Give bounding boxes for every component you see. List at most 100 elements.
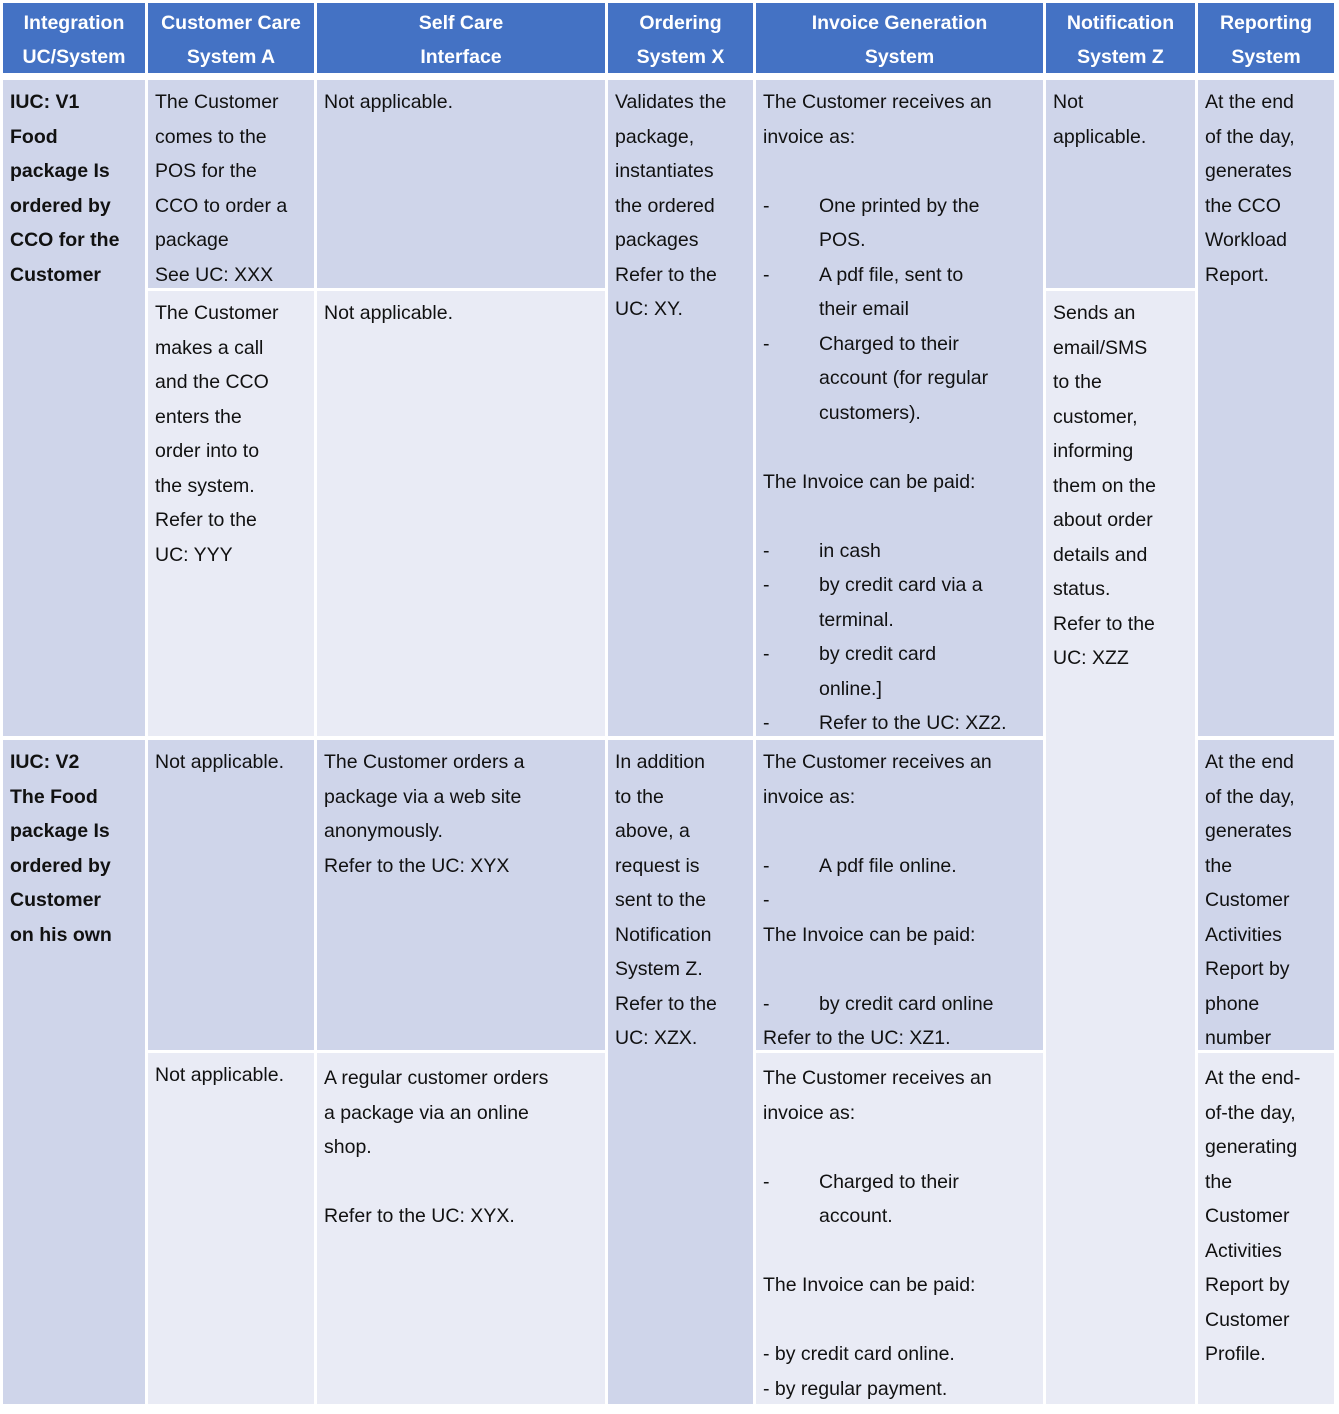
column-header: Notification System Z	[1046, 3, 1195, 73]
bullet-dash: -	[763, 1170, 770, 1193]
line-text: Charged to their	[819, 1170, 959, 1193]
text-line: Not applicable.	[155, 745, 308, 780]
text-line	[763, 1130, 1037, 1165]
line-text: the	[1205, 1170, 1233, 1193]
line-text: email/SMS	[1053, 336, 1148, 359]
bullet-dash: -	[763, 643, 770, 665]
line-text: invoice as:	[763, 125, 856, 148]
line-text: phone	[1205, 992, 1260, 1015]
line-text: The Invoice can be paid:	[763, 923, 976, 946]
text-line: Not	[1053, 85, 1189, 120]
text-line: CCO for the	[10, 223, 139, 258]
text-line: sent to the	[615, 883, 747, 918]
line-text: shop.	[324, 1136, 372, 1158]
line-text: anonymously.	[324, 820, 443, 842]
text-line: The Customer receives an	[763, 1061, 1037, 1096]
text-line: ordered by	[10, 189, 139, 224]
text-line: Customer	[1205, 1199, 1328, 1234]
line-text: in cash	[819, 539, 881, 562]
line-text: Refer to the UC: XYX	[324, 854, 510, 877]
line-text: See UC: XXX	[155, 263, 274, 286]
text-line	[763, 154, 1037, 189]
text-line: Report by	[1205, 1268, 1328, 1303]
line-text: The Invoice can be paid:	[763, 470, 976, 493]
line-text: The Customer receives an	[763, 91, 992, 113]
text-line: Not applicable.	[324, 296, 599, 331]
line-text: package	[155, 229, 229, 251]
text-line: applicable.	[1053, 120, 1189, 155]
line-text: UC: XY.	[615, 298, 683, 320]
bullet-item: - One printed by the	[763, 189, 1037, 224]
line-text: Customer	[1205, 1205, 1290, 1227]
line-text: them on the	[1053, 474, 1156, 497]
text-line: Validates the	[615, 85, 747, 120]
line-text: by credit card via a	[819, 574, 983, 596]
text-line: Not applicable.	[155, 1058, 308, 1093]
text-line: Food	[10, 120, 139, 155]
line-text: One printed by the	[819, 194, 980, 217]
line-text: A regular customer orders	[324, 1067, 549, 1089]
line-text: online.]	[819, 677, 882, 700]
text-line: enters the	[155, 400, 308, 435]
line-text: the ordered	[615, 194, 715, 217]
line-text: The Customer	[155, 91, 279, 113]
text-line	[763, 430, 1037, 465]
text-line: on his own	[10, 918, 139, 953]
text-line: terminal.	[763, 603, 1037, 638]
text-line: generates	[1205, 154, 1328, 189]
header-line: System	[1231, 46, 1301, 68]
line-text: The Customer receives an	[763, 751, 992, 773]
table-cell-v2b-reporting: At the end-of-the day, generating the Custo…	[1198, 1053, 1334, 1404]
line-text: System Z.	[615, 958, 703, 980]
text-line: order into to	[155, 434, 308, 469]
table-cell-v1-ordering: Validates the package, instantiates the ord…	[608, 80, 753, 736]
line-text: customers).	[819, 401, 921, 424]
column-header: Customer Care System A	[148, 3, 314, 73]
line-text: Refer to the	[615, 263, 717, 286]
line-text: to the	[1053, 371, 1102, 393]
line-text: The Customer receives an	[763, 1067, 992, 1089]
text-line: UC: XZZ	[1053, 641, 1189, 676]
text-line: package,	[615, 120, 747, 155]
line-text: account.	[819, 1205, 893, 1227]
line-text: UC: XZX.	[615, 1027, 698, 1049]
text-line: account (for regular	[763, 361, 1037, 396]
text-line: The Invoice can be paid:	[763, 465, 1037, 500]
text-line: them on the	[1053, 469, 1189, 504]
line-text: A pdf file, sent to	[819, 263, 964, 286]
line-text: package via a web site	[324, 785, 522, 808]
line-text: Report by	[1205, 958, 1290, 980]
line-text: Not applicable.	[155, 1064, 284, 1086]
header-line: Integration	[23, 12, 125, 34]
text-line: Refer to the UC: XYX.	[324, 1199, 599, 1234]
column-header: Invoice Generation System	[756, 3, 1043, 73]
text-line: details and	[1053, 538, 1189, 573]
table-cell-v1a-customer-care: The Customer comes to the POS for the CCO t…	[148, 80, 314, 288]
line-text: Customer	[1205, 889, 1290, 911]
line-text: POS for the	[155, 160, 257, 182]
line-text: order into to	[155, 440, 260, 462]
text-line	[763, 1303, 1037, 1338]
line-text: instantiates	[615, 160, 714, 182]
bullet-item: - Refer to the UC: XZ2.	[763, 706, 1037, 741]
line-text: In addition	[615, 751, 705, 773]
line-text: packages	[615, 229, 699, 251]
table-cell-v2a-self-care: The Customer orders a package via a web s…	[317, 740, 605, 1050]
header-line: Interface	[420, 46, 502, 68]
text-line: Activities	[1205, 918, 1328, 953]
table-cell-v2b-customer-care: Not applicable.	[148, 1053, 314, 1404]
line-text: UC: XZZ	[1053, 647, 1129, 669]
line-text: request is	[615, 854, 700, 877]
bullet-item: - A pdf file, sent to	[763, 258, 1037, 293]
line-text: their email	[819, 298, 909, 320]
line-text: Validates the	[615, 91, 727, 113]
bullet-item: - A pdf file online.	[763, 849, 1037, 884]
column-header: Ordering System X	[608, 3, 753, 73]
text-line: above, a	[615, 814, 747, 849]
text-line: the	[1205, 1165, 1328, 1200]
header-line: System A	[186, 46, 276, 68]
line-text: Customer	[10, 263, 102, 286]
text-line: number	[1205, 1021, 1328, 1056]
header-line: Invoice Generation	[811, 12, 988, 34]
text-line: about order	[1053, 503, 1189, 538]
